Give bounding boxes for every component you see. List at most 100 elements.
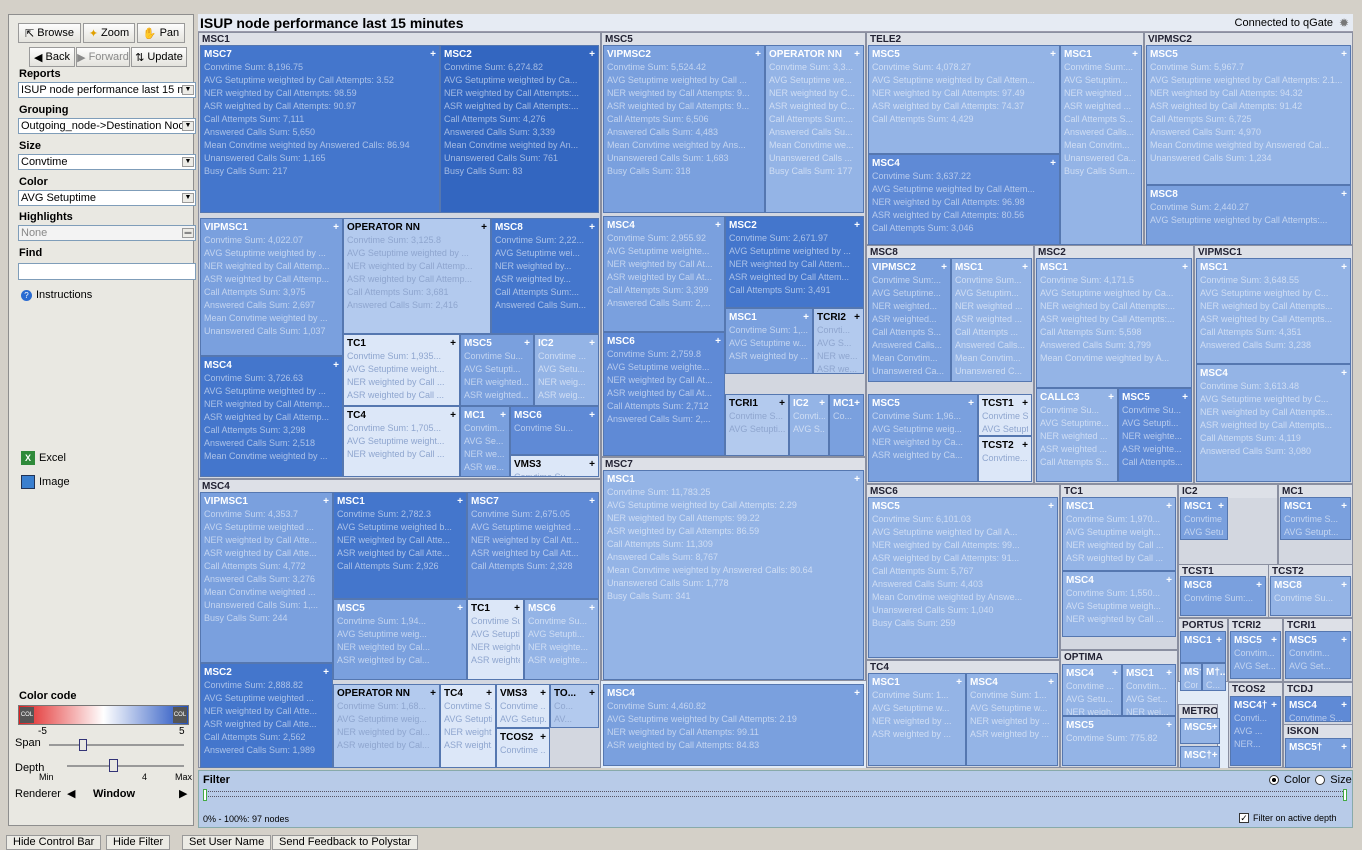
treemap-cell[interactable]: TCOS2 + Convtime ...: [496, 728, 550, 768]
expand-plus-icon[interactable]: +: [779, 397, 785, 410]
expand-plus-icon[interactable]: +: [1132, 48, 1138, 61]
filter-range-slider[interactable]: [203, 789, 1347, 801]
treemap-cell[interactable]: MSC1 + Convtime Sum: 1... AVG Setuptime w..…: [868, 673, 966, 766]
expand-plus-icon[interactable]: +: [524, 337, 530, 350]
expand-plus-icon[interactable]: +: [589, 337, 595, 350]
treemap-cell[interactable]: OPERATOR NN + Convtime Sum: 3,125.8 AVG Set…: [343, 218, 491, 334]
expand-plus-icon[interactable]: +: [941, 261, 947, 274]
expand-plus-icon[interactable]: +: [715, 335, 721, 348]
treemap-cell[interactable]: MSC1+Convtim...AVG Set...NER wei...ASR w…: [1122, 664, 1176, 716]
expand-plus-icon[interactable]: +: [333, 359, 339, 372]
expand-plus-icon[interactable]: +: [1166, 719, 1172, 732]
depth-slider[interactable]: [67, 759, 184, 772]
expand-plus-icon[interactable]: +: [1166, 667, 1172, 680]
expand-plus-icon[interactable]: +: [1271, 699, 1277, 712]
treemap-cell[interactable]: VIPMSC2 + Convtime Sum: 5,524.42 AVG Setupt…: [603, 45, 765, 213]
expand-plus-icon[interactable]: +: [333, 221, 339, 234]
expand-plus-icon[interactable]: +: [1341, 579, 1347, 592]
expand-plus-icon[interactable]: +: [854, 311, 860, 324]
treemap-cell[interactable]: VIPMSC1 + Convtime Sum: 4,022.07 AVG Setupt…: [200, 218, 343, 356]
treemap-cell[interactable]: IC2 + Convti... AVG S...: [789, 394, 829, 456]
treemap-view[interactable]: ISUP node performance last 15 minutes Co…: [198, 14, 1353, 768]
expand-plus-icon[interactable]: +: [1271, 634, 1277, 647]
treemap-cell[interactable]: OPERATOR NN + Convtime Sum: 1,68... AVG Set…: [333, 684, 440, 768]
treemap-cell[interactable]: MC1 + Co...: [829, 394, 864, 456]
treemap-cell[interactable]: MSC7 + Convtime Sum: 2,675.05 AVG Setuptime…: [467, 492, 599, 599]
treemap-cell[interactable]: VIPMSC2 + Convtime Sum:... AVG Setuptime...…: [868, 258, 951, 382]
treemap-cell[interactable]: MSC4 + Convtime Sum: 2,955.92 AVG Setuptime…: [603, 216, 725, 332]
treemap-cell[interactable]: MSC1 + Convtime Sum: 2,782.3 AVG Setuptime …: [333, 492, 467, 599]
size-select[interactable]: Convtime ▼: [18, 154, 196, 170]
expand-plus-icon[interactable]: +: [1212, 749, 1218, 762]
treemap-cell[interactable]: M†..+C...: [1202, 663, 1226, 691]
treemap-cell[interactable]: MSC6 + Convtime Su... AVG Setupti... NER wei…: [524, 599, 599, 680]
treemap-cell[interactable]: MSC1 + Convtime Sum: 4,171.5 AVG Setuptime …: [1036, 258, 1192, 388]
expand-plus-icon[interactable]: +: [1256, 579, 1262, 592]
treemap-cell[interactable]: MSC4 + Convtime Sum: 3,637.22 AVG Setuptime…: [868, 154, 1060, 245]
excel-export[interactable]: X Excel: [21, 451, 66, 465]
treemap-cell[interactable]: MSC5 + Convtime Su... AVG Setupti... NER wei…: [1118, 388, 1192, 482]
color-picker-left-icon[interactable]: COL: [20, 707, 34, 723]
size-radio[interactable]: [1315, 775, 1326, 785]
expand-plus-icon[interactable]: +: [854, 473, 860, 486]
expand-plus-icon[interactable]: +: [1182, 391, 1188, 404]
expand-plus-icon[interactable]: +: [956, 676, 962, 689]
treemap-cell[interactable]: CALLC3 + Convtime Su... AVG Setuptime... NER…: [1036, 388, 1118, 482]
color-picker-right-icon[interactable]: COL: [173, 707, 187, 723]
expand-plus-icon[interactable]: +: [1112, 667, 1118, 680]
treemap-cell[interactable]: TC4 + Convtime Sum: 1,705... AVG Setuptime …: [343, 406, 460, 477]
expand-plus-icon[interactable]: +: [1341, 741, 1347, 754]
expand-plus-icon[interactable]: +: [481, 221, 487, 234]
treemap-cell[interactable]: MSC4 + Convtime Sum: 4,460.82 AVG Setuptime…: [603, 684, 864, 766]
renderer-prev-icon[interactable]: ◀: [67, 787, 75, 800]
expand-plus-icon[interactable]: +: [450, 409, 456, 422]
treemap-cell[interactable]: MSC5 +: [1180, 718, 1220, 744]
treemap-cell[interactable]: MSC4 + Convtime S...: [1285, 696, 1351, 722]
hide-control-bar-button[interactable]: Hide Control Bar: [6, 835, 102, 850]
hide-filter-button[interactable]: Hide Filter: [106, 835, 171, 850]
expand-plus-icon[interactable]: +: [589, 687, 595, 700]
treemap-cell[interactable]: MSC5 + Convtime Sum: 6,101.03 AVG Setuptime…: [868, 497, 1058, 658]
treemap-cell[interactable]: MSC5 + Convtim... AVG Set...: [1285, 631, 1351, 679]
treemap-cell[interactable]: MSC1 + Convtime Sum... AVG Setuptim... NER w…: [951, 258, 1032, 382]
treemap-cell[interactable]: MSC1 + Convtime Sum: 11,783.25 AVG Setuptim…: [603, 470, 864, 680]
expand-plus-icon[interactable]: +: [1216, 634, 1222, 647]
expand-plus-icon[interactable]: +: [486, 687, 492, 700]
expand-plus-icon[interactable]: +: [1108, 391, 1114, 404]
expand-plus-icon[interactable]: +: [968, 397, 974, 410]
filter-max-handle[interactable]: [1343, 789, 1347, 801]
expand-plus-icon[interactable]: +: [819, 397, 825, 410]
treemap-cell[interactable]: MSC1 + Convtime S... AVG Setupt...: [1280, 497, 1351, 540]
expand-plus-icon[interactable]: +: [854, 48, 860, 61]
treemap-cell[interactable]: TCRI1 + Convtime S... AVG Setupti...: [725, 394, 789, 456]
expand-plus-icon[interactable]: +: [457, 495, 463, 508]
expand-plus-icon[interactable]: +: [1341, 48, 1347, 61]
treemap-cell[interactable]: IC2 + Convtime ... AVG Setu... NER weig... AS…: [534, 334, 599, 406]
treemap-cell[interactable]: OPERATOR NN + Convtime Sum: 3,3... AVG Setu…: [765, 45, 864, 213]
expand-plus-icon[interactable]: +: [540, 731, 546, 744]
expand-plus-icon[interactable]: +: [755, 48, 761, 61]
treemap-cell[interactable]: VMS3+Convtime ...AVG Setup...Convtime ..…: [496, 684, 550, 728]
expand-plus-icon[interactable]: +: [430, 687, 436, 700]
expand-plus-icon[interactable]: +: [1341, 500, 1347, 513]
treemap-cell[interactable]: MSC5 + Convtime Sum: 1,96... AVG Setuptime …: [868, 394, 978, 482]
expand-plus-icon[interactable]: +: [514, 602, 520, 615]
treemap-cell[interactable]: MSC8 + Convtime Sum:...: [1180, 576, 1266, 616]
update-button[interactable]: ⇅ Update: [131, 47, 187, 67]
treemap-cell[interactable]: MSC2 + Convtime Sum: 2,671.97 AVG Setuptime…: [725, 216, 864, 308]
expand-plus-icon[interactable]: +: [854, 219, 860, 232]
treemap-cell[interactable]: MSC6 + Convtime Sum: 2,759.8 AVG Setuptime …: [603, 332, 725, 456]
reports-select[interactable]: ISUP node performance last 15 mi ▼: [18, 82, 196, 98]
expand-plus-icon[interactable]: +: [1166, 574, 1172, 587]
treemap-cell[interactable]: MSC1 + Convtime Sum: 3,648.55 AVG Setuptime…: [1196, 258, 1351, 364]
expand-plus-icon[interactable]: +: [589, 221, 595, 234]
back-button[interactable]: ◀ Back: [29, 47, 75, 67]
color-select[interactable]: AVG Setuptime ▼: [18, 190, 196, 206]
treemap-cell[interactable]: MSC4 + Convtime Sum: 1... AVG Setuptime w..…: [966, 673, 1058, 766]
expand-plus-icon[interactable]: +: [1212, 721, 1218, 734]
image-export[interactable]: Image: [21, 475, 70, 489]
treemap-cell[interactable]: MSC1 + Convtime Sum: 1,970... AVG Setuptime…: [1062, 497, 1176, 571]
treemap-cell[interactable]: TCST2 + Convtime...: [978, 436, 1032, 482]
pan-button[interactable]: ✋ Pan: [137, 23, 185, 43]
treemap-cell[interactable]: MC1 + Convtim... AVG Se... NER we... ASR we..…: [460, 406, 510, 477]
